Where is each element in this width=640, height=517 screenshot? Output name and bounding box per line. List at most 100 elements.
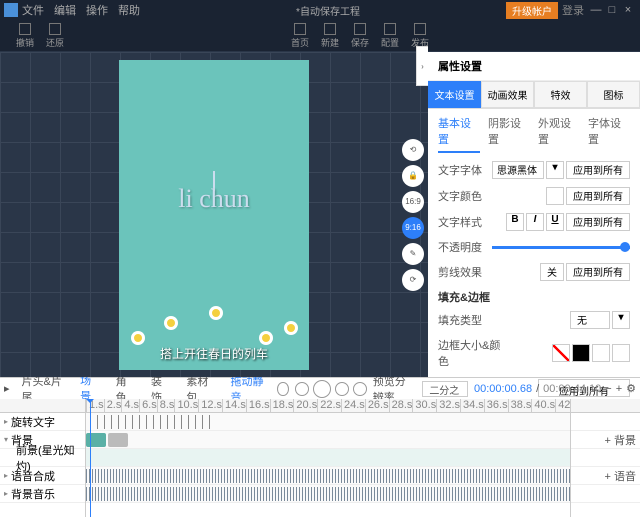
undo-button[interactable]: 撤销 xyxy=(16,23,34,49)
home-button[interactable]: 首页 xyxy=(291,23,309,49)
section-fill-border: 填充&边框 xyxy=(438,289,630,305)
redo-icon xyxy=(49,23,61,35)
apply-style-button[interactable]: 应用到所有 xyxy=(566,213,630,231)
border-width-swatch[interactable] xyxy=(592,344,610,362)
canvas-area[interactable]: li chun 搭上开往春日的列车 ⟲ 🔒 16:9 9:16 ✎ ⟳ xyxy=(0,52,428,377)
clip-bg-1[interactable] xyxy=(86,433,106,447)
prev-button[interactable] xyxy=(295,382,309,396)
maximize-button[interactable]: □ xyxy=(604,4,620,16)
waveform-voice[interactable] xyxy=(86,469,570,483)
tab-effects[interactable]: 特效 xyxy=(534,81,587,108)
bold-button[interactable]: B xyxy=(506,213,524,231)
tab-icons[interactable]: 图标 xyxy=(587,81,640,108)
text-color-swatch[interactable] xyxy=(546,187,564,205)
track-data-bg-clip[interactable] xyxy=(86,449,570,467)
tool-pen[interactable]: ✎ xyxy=(402,243,424,265)
titlebar: 文件 编辑 操作 帮助 *自动保存工程 升级帐户 登录 — □ × xyxy=(0,0,640,20)
time-ruler[interactable]: 1.s2.s4.s6.s8.s10.s12.s14.s16.s18.s20.s2… xyxy=(86,399,570,413)
scissor-toggle[interactable]: 关 xyxy=(540,263,564,281)
undo-icon xyxy=(19,23,31,35)
subtab-font[interactable]: 字体设置 xyxy=(588,115,630,153)
redo-button[interactable]: 还原 xyxy=(46,23,64,49)
underline-button[interactable]: U xyxy=(546,213,564,231)
border-color-swatch[interactable] xyxy=(572,344,590,362)
upgrade-button[interactable]: 升级帐户 xyxy=(506,2,558,19)
track-data-voice[interactable] xyxy=(86,467,570,485)
properties-title: › 属性设置 xyxy=(428,52,640,81)
menu-edit[interactable]: 编辑 xyxy=(54,2,76,18)
zoom-in-button[interactable]: + xyxy=(616,383,622,395)
tool-reset[interactable]: ⟳ xyxy=(402,269,424,291)
timeline-settings-icon[interactable]: ⚙ xyxy=(626,382,636,395)
fill-type-select[interactable]: 无 xyxy=(570,311,610,329)
flower-graphic xyxy=(131,331,145,345)
menu-action[interactable]: 操作 xyxy=(86,2,108,18)
font-dropdown-button[interactable]: ▾ xyxy=(546,161,564,179)
toolbar: 撤销 还原 首页 新建 保存 配置 发布 xyxy=(0,20,640,52)
label-font: 文字字体 xyxy=(438,162,492,178)
login-button[interactable]: 登录 xyxy=(562,2,584,18)
publish-button[interactable]: 发布 xyxy=(411,23,429,49)
clip-bg-2[interactable] xyxy=(108,433,128,447)
apply-scissor-button[interactable]: 应用到所有 xyxy=(566,263,630,281)
border-none-swatch[interactable] xyxy=(552,344,570,362)
menu-help[interactable]: 帮助 xyxy=(118,2,140,18)
flower-graphic xyxy=(284,321,298,335)
play-button[interactable] xyxy=(313,380,331,398)
preview-res-select[interactable]: 二分之一 xyxy=(422,381,468,397)
tool-lock[interactable]: 🔒 xyxy=(402,165,424,187)
track-bg-clip[interactable]: 前景(星光知灼) xyxy=(0,449,85,467)
label-style: 文字样式 xyxy=(438,214,492,230)
label-opacity: 不透明度 xyxy=(438,239,492,255)
label-color: 文字颜色 xyxy=(438,188,492,204)
tool-link[interactable]: ⟲ xyxy=(402,139,424,161)
canvas-main-text[interactable]: li chun xyxy=(178,184,250,214)
save-icon xyxy=(354,23,366,35)
apply-color-button[interactable]: 应用到所有 xyxy=(566,187,630,205)
opacity-slider[interactable] xyxy=(492,246,630,249)
loop-button[interactable] xyxy=(353,382,367,396)
add-voice-button[interactable]: + 语音 xyxy=(605,468,636,484)
track-data-music[interactable] xyxy=(86,485,570,503)
canvas[interactable]: li chun 搭上开往春日的列车 xyxy=(119,60,309,370)
minimize-button[interactable]: — xyxy=(588,4,604,16)
add-bg-button[interactable]: + 背景 xyxy=(605,432,636,448)
timeline: ▸旋转文字 ▾背景 前景(星光知灼) ▸语音合成 ▸背景音乐 1.s2.s4.s… xyxy=(0,399,640,517)
subtab-basic[interactable]: 基本设置 xyxy=(438,115,480,153)
playhead[interactable] xyxy=(90,399,91,517)
canvas-subtitle[interactable]: 搭上开往春日的列车 xyxy=(119,345,309,362)
mute-icon[interactable] xyxy=(277,382,289,396)
canvas-tools: ⟲ 🔒 16:9 9:16 ✎ ⟳ xyxy=(398,135,428,295)
track-subtitle[interactable]: ▸旋转文字 xyxy=(0,413,85,431)
home-icon xyxy=(294,23,306,35)
properties-panel: › 属性设置 文本设置 动画效果 特效 图标 基本设置 阴影设置 外观设置 字体… xyxy=(428,52,640,377)
collapse-panel-button[interactable]: › xyxy=(416,46,428,86)
save-button[interactable]: 保存 xyxy=(351,23,369,49)
apply-font-button[interactable]: 应用到所有 xyxy=(566,161,630,179)
tab-animation[interactable]: 动画效果 xyxy=(481,81,534,108)
track-music[interactable]: ▸背景音乐 xyxy=(0,485,85,503)
tool-ratio-169[interactable]: 16:9 xyxy=(402,191,424,213)
track-data-subtitle[interactable] xyxy=(86,413,570,431)
close-button[interactable]: × xyxy=(620,4,636,16)
tab-text-settings[interactable]: 文本设置 xyxy=(428,81,481,108)
italic-button[interactable]: I xyxy=(526,213,544,231)
subtab-appearance[interactable]: 外观设置 xyxy=(538,115,580,153)
next-button[interactable] xyxy=(335,382,349,396)
label-border: 边框大小&颜色 xyxy=(438,337,508,369)
new-button[interactable]: 新建 xyxy=(321,23,339,49)
app-icon xyxy=(4,3,18,17)
waveform-music[interactable] xyxy=(86,487,570,501)
header-expand-icon[interactable]: ▸ xyxy=(4,382,10,395)
tool-ratio-916[interactable]: 9:16 xyxy=(402,217,424,239)
subtab-shadow[interactable]: 阴影设置 xyxy=(488,115,530,153)
zoom-out-button[interactable]: − xyxy=(605,383,611,395)
new-icon xyxy=(324,23,336,35)
font-select[interactable]: 思源黑体 xyxy=(492,161,544,179)
border-extra-swatch[interactable] xyxy=(612,344,630,362)
fill-dropdown-button[interactable]: ▾ xyxy=(612,311,630,329)
track-data-bg[interactable] xyxy=(86,431,570,449)
label-scissor: 剪线效果 xyxy=(438,264,492,280)
menu-file[interactable]: 文件 xyxy=(22,2,44,18)
config-button[interactable]: 配置 xyxy=(381,23,399,49)
